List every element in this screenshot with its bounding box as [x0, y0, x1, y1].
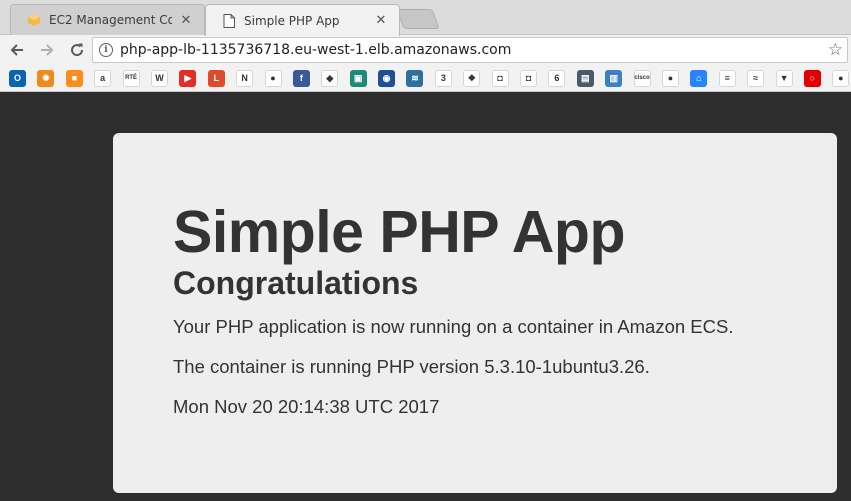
- bitbucket-icon[interactable]: ⌂: [690, 69, 708, 87]
- cisco-icon[interactable]: cisco: [633, 69, 651, 87]
- docker-icon[interactable]: ≈: [747, 69, 765, 87]
- tab-ec2-management[interactable]: EC2 Management Cons ✕: [10, 4, 205, 35]
- forward-button[interactable]: [34, 37, 60, 63]
- timestamp-text: Mon Nov 20 20:14:38 UTC 2017: [173, 396, 440, 417]
- status-message: Your PHP application is now running on a…: [173, 316, 734, 337]
- back-button[interactable]: [4, 37, 30, 63]
- layers-icon[interactable]: ≋: [406, 69, 424, 87]
- browser-toolbar: i php-app-lb-1135736718.eu-west-1.elb.am…: [0, 35, 851, 65]
- bookmarks-bar: O ✹ ■ a RTÉ W ▶ L N ● f ◆ ▣ ◉ ≋ 3 ❖ ◘ ◘ 6 ▤ ▥ cisco ● ⌂ ≡ ≈ ▼ ○ ●: [0, 65, 851, 92]
- address-bar[interactable]: i php-app-lb-1135736718.eu-west-1.elb.am…: [92, 37, 848, 63]
- tab-strip: EC2 Management Cons ✕ Simple PHP App ✕: [0, 0, 851, 36]
- reload-icon: [71, 43, 84, 57]
- reload-button[interactable]: [64, 37, 90, 63]
- club-crest-icon[interactable]: ◆: [321, 69, 339, 87]
- netflix-icon[interactable]: N: [236, 69, 254, 87]
- info-icon[interactable]: i: [99, 43, 113, 57]
- princeton-icon[interactable]: ▼: [775, 69, 793, 87]
- bookmark-star-icon[interactable]: ☆: [828, 40, 843, 60]
- outlook-icon[interactable]: O: [9, 69, 26, 87]
- teal-board-icon[interactable]: ▣: [349, 69, 367, 87]
- page-viewport: Simple PHP App Congratulations Your PHP …: [0, 93, 851, 501]
- chrome-icon[interactable]: ●: [832, 69, 850, 87]
- content-card: Simple PHP App Congratulations Your PHP …: [113, 133, 837, 493]
- page-subtitle: Congratulations: [173, 265, 419, 301]
- youtube-icon[interactable]: ▶: [179, 69, 197, 87]
- arrow-right-icon: [41, 44, 54, 56]
- close-tab-icon[interactable]: ✕: [373, 13, 389, 29]
- orange-cube-icon[interactable]: ■: [65, 69, 83, 87]
- blue-crest-icon[interactable]: ◉: [378, 69, 396, 87]
- crest-red-icon[interactable]: ◘: [491, 69, 509, 87]
- page-icon: [222, 13, 236, 28]
- book-icon[interactable]: ▤: [576, 69, 594, 87]
- dropbox-icon[interactable]: ❖: [463, 69, 481, 87]
- rte-icon[interactable]: RTÉ: [122, 69, 140, 87]
- url-text[interactable]: php-app-lb-1135736718.eu-west-1.elb.amaz…: [120, 42, 828, 58]
- ec2-cube-icon: [27, 13, 41, 27]
- three-icon[interactable]: 3: [434, 69, 452, 87]
- new-tab-button[interactable]: [396, 9, 440, 29]
- page-title: Simple PHP App: [173, 199, 625, 265]
- docs-icon[interactable]: ▥: [605, 69, 623, 87]
- arrow-left-icon: [10, 44, 23, 56]
- l-icon[interactable]: L: [207, 69, 225, 87]
- gear-sun-icon[interactable]: ✹: [37, 69, 55, 87]
- oracle-icon[interactable]: ○: [803, 69, 821, 87]
- close-tab-icon[interactable]: ✕: [178, 12, 194, 28]
- crest-red2-icon[interactable]: ◘: [520, 69, 538, 87]
- amazon-icon[interactable]: a: [94, 69, 112, 87]
- php-version-text: The container is running PHP version 5.3…: [173, 356, 650, 377]
- nhl-icon[interactable]: ●: [264, 69, 282, 87]
- github-icon[interactable]: ●: [661, 69, 679, 87]
- tab-simple-php-app[interactable]: Simple PHP App ✕: [205, 4, 400, 36]
- leaf-icon[interactable]: 6: [548, 69, 566, 87]
- tab-title: EC2 Management Cons: [49, 13, 172, 27]
- tab-title: Simple PHP App: [244, 13, 340, 28]
- wikipedia-icon[interactable]: W: [150, 69, 168, 87]
- facebook-icon[interactable]: f: [292, 69, 310, 87]
- stackoverflow-icon[interactable]: ≡: [718, 69, 736, 87]
